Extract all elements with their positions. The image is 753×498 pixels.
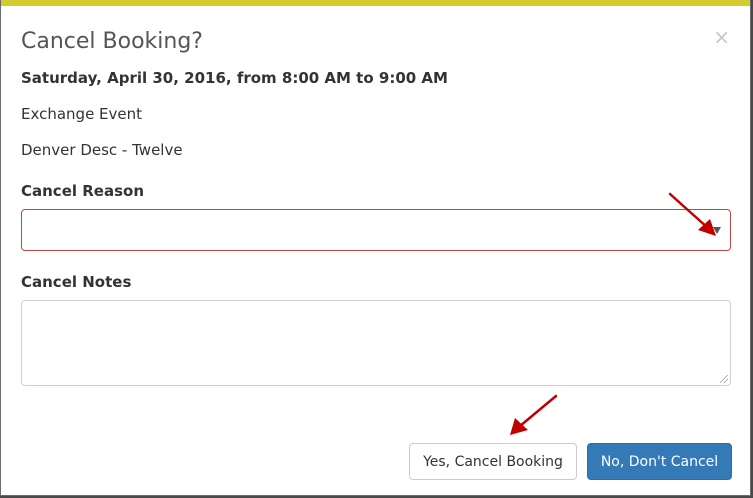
dialog-title: Cancel Booking? bbox=[21, 29, 203, 54]
cancel-reason-label: Cancel Reason bbox=[21, 182, 144, 200]
cancel-reason-select[interactable] bbox=[21, 209, 731, 251]
cancel-notes-textarea[interactable] bbox=[21, 300, 731, 386]
resize-handle-icon[interactable] bbox=[720, 375, 728, 383]
annotation-arrow-icon bbox=[668, 192, 716, 236]
yes-cancel-booking-button[interactable]: Yes, Cancel Booking bbox=[409, 443, 577, 480]
no-dont-cancel-button[interactable]: No, Don't Cancel bbox=[587, 443, 732, 480]
cancel-booking-dialog: Cancel Booking? × Saturday, April 30, 20… bbox=[0, 0, 751, 496]
dialog-accent-bar bbox=[1, 0, 750, 6]
cancel-notes-label: Cancel Notes bbox=[21, 273, 132, 291]
close-icon[interactable]: × bbox=[713, 27, 730, 47]
room-name: Denver Desc - Twelve bbox=[21, 141, 183, 159]
annotation-arrow-icon bbox=[510, 394, 558, 435]
booking-date-time: Saturday, April 30, 2016, from 8:00 AM t… bbox=[21, 69, 448, 87]
event-name: Exchange Event bbox=[21, 105, 143, 123]
